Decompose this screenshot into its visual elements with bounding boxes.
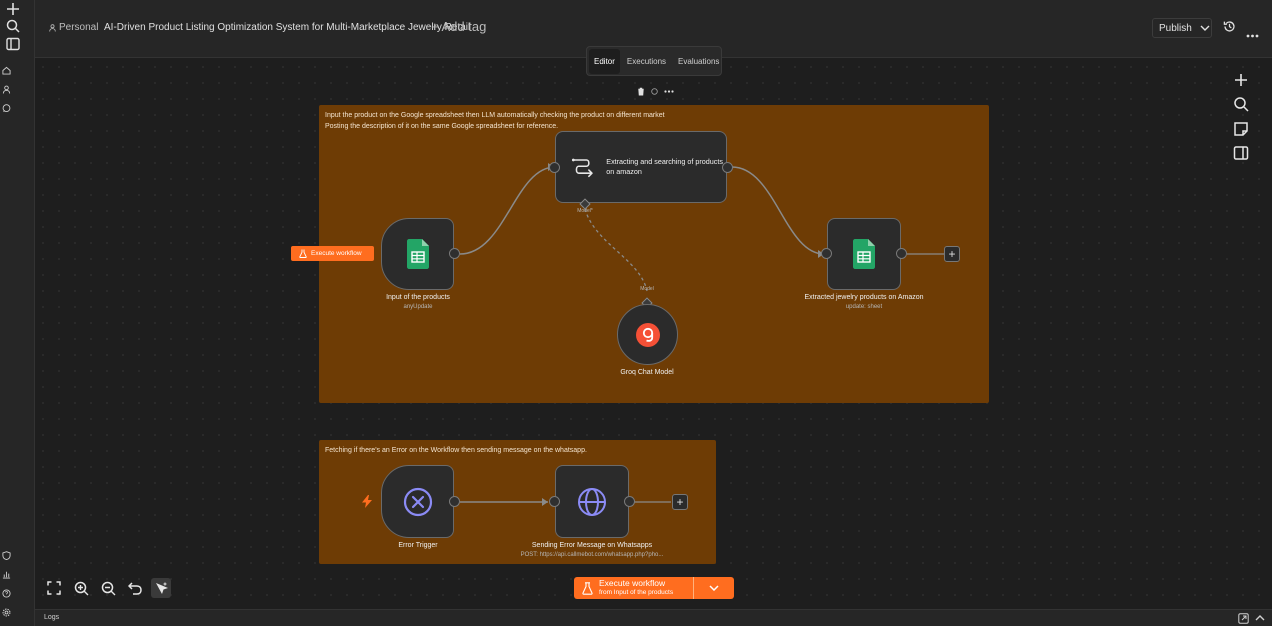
flask-icon [582,581,593,595]
node-groq-label: Groq Chat Model [620,369,674,376]
chat-icon[interactable] [0,104,12,113]
error-x-icon [403,487,432,516]
node-output-output-port[interactable] [896,248,907,259]
node-input-sub: anyUpdate [403,304,433,310]
node-output-label: Extracted jewelry products on Amazon [804,294,924,301]
node-agent-model-tag: Model* [577,208,593,214]
chevron-up-icon[interactable] [1255,615,1265,621]
node-agent-input-port[interactable] [549,162,560,173]
search-icon[interactable] [0,19,26,33]
add-node-after-whatsapp-button[interactable]: + [672,494,688,510]
panel-toggle-icon[interactable] [1231,143,1251,163]
breadcrumb-personal[interactable]: Personal [49,22,98,33]
more-options-icon[interactable] [1246,25,1259,43]
google-sheets-icon [853,239,875,269]
new-icon[interactable] [0,2,26,16]
search-nodes-icon[interactable] [1231,94,1251,114]
node-output-sheet[interactable] [827,218,901,290]
sticky-note-icon[interactable] [1231,119,1251,139]
node-error-trigger[interactable] [381,465,454,538]
connection-agent-model [584,208,648,292]
chevron-down-icon [709,585,719,591]
pop-out-icon[interactable] [1238,613,1249,624]
user-icon [49,23,56,32]
node-whatsapp-label: Sending Error Message on Whatsapps [531,542,653,549]
zoom-in-icon[interactable] [71,578,91,598]
node-output-input-port[interactable] [821,248,832,259]
execute-workflow-button[interactable]: Execute workflow from Input of the produ… [574,577,734,599]
node-groq-model[interactable] [617,304,678,365]
node-agent-label: Extracting and searching of products on … [606,157,723,176]
add-node-after-output-button[interactable]: + [944,246,960,262]
arrowhead-whatsapp [542,498,548,506]
sidebar-toggle-icon[interactable] [0,37,26,51]
google-sheets-icon [406,239,429,269]
settings-icon[interactable] [0,608,12,617]
insights-icon[interactable] [0,570,12,579]
execute-workflow-title: Execute workflow [599,578,666,588]
node-error-output-port[interactable] [449,496,460,507]
undo-icon[interactable] [125,578,145,598]
connection-agent-output [731,166,825,255]
workflow-title[interactable]: AI-Driven Product Listing Optimization S… [104,22,470,33]
groq-icon [635,322,660,347]
node-input-products[interactable] [381,218,454,290]
node-whatsapp-sub: POST: https://api.callmebot.com/whatsapp… [520,552,664,558]
execute-workflow-pill-label: Execute workflow [311,250,362,257]
publish-label: Publish [1159,22,1192,34]
home-icon[interactable] [0,66,12,75]
ai-agent-icon [571,158,593,178]
globe-icon [578,487,606,516]
node-whatsapp-http[interactable] [555,465,629,538]
fit-view-icon[interactable] [44,578,64,598]
node-agent-extract[interactable]: Extracting and searching of products on … [555,131,727,203]
breadcrumb-personal-label: Personal [59,22,99,33]
node-whatsapp-output-port[interactable] [624,496,635,507]
workflow-canvas[interactable]: Editor Executions Evaluations Input the … [35,46,1272,609]
connection-input-agent [459,166,556,255]
execute-options-dropdown[interactable] [694,585,734,591]
add-tag-button[interactable]: + Add tag [431,19,486,34]
node-output-sub: update: sheet [845,304,883,310]
logs-label: Logs [44,614,60,621]
node-whatsapp-input-port[interactable] [549,496,560,507]
user-icon[interactable] [0,85,12,94]
logs-panel-bar[interactable]: Logs [35,609,1272,626]
publish-dropdown[interactable] [1197,18,1212,38]
execute-workflow-subtitle: from Input of the products [599,589,674,596]
execute-workflow-main[interactable]: Execute workflow from Input of the produ… [574,577,694,599]
history-icon[interactable] [1223,20,1236,38]
add-node-icon[interactable] [1231,70,1251,90]
shield-icon[interactable] [0,551,12,560]
zoom-out-icon[interactable] [98,578,118,598]
node-error-label: Error Trigger [398,542,438,549]
left-rail [0,0,35,626]
node-agent-output-port[interactable] [722,162,733,173]
node-input-output-port[interactable] [449,248,460,259]
chevron-down-icon [1200,25,1209,31]
tidy-up-icon[interactable] [151,578,171,598]
flask-icon [299,249,307,258]
node-input-label: Input of the products [386,294,450,301]
lightning-icon [362,495,372,508]
help-icon[interactable] [0,589,12,598]
execute-workflow-pill[interactable]: Execute workflow [291,246,374,261]
node-groq-model-tag: Model [640,286,654,292]
